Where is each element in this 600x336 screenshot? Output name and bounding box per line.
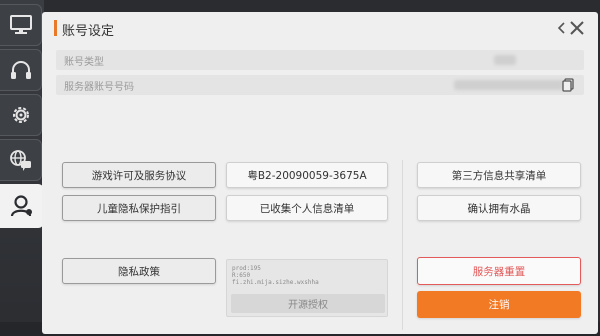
open-source-button[interactable]: 开源授权 xyxy=(231,294,385,313)
tab-settings[interactable] xyxy=(0,94,42,136)
tab-account[interactable] xyxy=(0,184,44,228)
third-party-list-button[interactable]: 第三方信息共享清单 xyxy=(417,162,581,188)
title-accent-bar xyxy=(54,20,57,36)
monitor-icon xyxy=(9,15,32,34)
tab-display[interactable] xyxy=(0,4,42,46)
close-icon xyxy=(570,21,584,35)
logout-button[interactable]: 注销 xyxy=(417,291,581,318)
headphones-icon xyxy=(10,61,31,79)
server-account-value xyxy=(454,80,564,90)
license-box-text: prod:195 R:650 fi.zhi.mija.sizhe.wxshha xyxy=(232,265,319,286)
copy-icon[interactable] xyxy=(562,78,574,92)
child-privacy-button[interactable]: 儿童隐私保护指引 xyxy=(62,195,216,221)
server-account-row: 服务器账号号码 xyxy=(56,75,584,95)
confirm-crystal-button[interactable]: 确认拥有水晶 xyxy=(417,195,581,221)
page-title: 账号设定 xyxy=(62,24,115,39)
personal-info-list-button[interactable]: 已收集个人信息清单 xyxy=(226,195,388,221)
close-button[interactable] xyxy=(566,18,588,38)
account-type-value xyxy=(494,55,516,65)
open-source-license-box: prod:195 R:650 fi.zhi.mija.sizhe.wxshha … xyxy=(226,259,388,317)
gear-icon xyxy=(12,107,29,123)
account-type-row: 账号类型 xyxy=(56,50,584,70)
account-type-label: 账号类型 xyxy=(64,57,104,68)
sidebar xyxy=(0,4,44,231)
tab-network[interactable] xyxy=(0,139,42,181)
server-reset-button[interactable]: 服务器重置 xyxy=(417,257,581,285)
icp-number-button[interactable]: 粤B2-20090059-3675A xyxy=(226,162,388,188)
user-icon xyxy=(10,195,32,217)
column-divider xyxy=(402,160,403,330)
globe-chat-icon xyxy=(9,150,31,171)
license-agreement-button[interactable]: 游戏许可及服务协议 xyxy=(62,162,216,188)
account-settings-panel: 账号设定 账号类型 服务器账号号码 游戏许可及服务协议 粤B2-20090059… xyxy=(42,12,598,334)
server-account-label: 服务器账号号码 xyxy=(64,82,134,93)
privacy-policy-button[interactable]: 隐私政策 xyxy=(62,258,216,284)
panel-header: 账号设定 xyxy=(42,12,598,44)
chevron-left-icon xyxy=(557,22,565,34)
tab-audio[interactable] xyxy=(0,49,42,91)
